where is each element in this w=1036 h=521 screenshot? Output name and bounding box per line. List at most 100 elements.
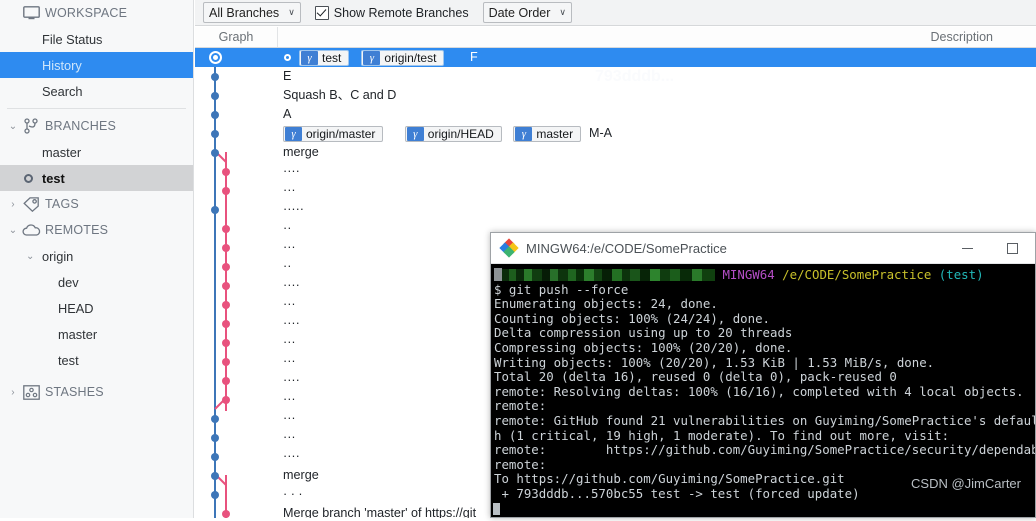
sidebar-remote-head[interactable]: HEAD <box>0 295 193 321</box>
commit-row[interactable]: γ test γ origin/test F <box>195 48 1036 67</box>
graph-node <box>222 168 230 176</box>
window-controls <box>945 233 1035 263</box>
terminal-line: remote: <box>494 456 547 472</box>
ref-chip[interactable]: γ test <box>299 50 350 66</box>
terminal-line: remote: https://github.com/Guyiming/Some… <box>494 442 1035 458</box>
redacted-username <box>502 269 715 281</box>
sidebar-item-label: HEAD <box>58 300 94 316</box>
commit-row[interactable]: E 793dddb... <box>195 67 1036 86</box>
maximize-button[interactable] <box>990 233 1035 263</box>
terminal-path: /e/CODE/SomePractice <box>774 267 932 282</box>
graph-node <box>211 149 219 157</box>
tag-icon <box>20 195 42 213</box>
commit-message: · · · <box>283 487 303 501</box>
commit-message: ···· <box>283 373 300 387</box>
sidebar-item-label: History <box>42 57 82 73</box>
graph-node <box>211 453 219 461</box>
graph-node <box>211 111 219 119</box>
commit-message: Merge branch 'master' of https://git <box>283 506 477 518</box>
ref-chip-label: master <box>536 127 574 141</box>
commit-row[interactable]: merge <box>195 143 1036 162</box>
sidebar-remote-master[interactable]: master <box>0 321 193 347</box>
graph-node <box>222 225 230 233</box>
sidebar-item-label: master <box>42 144 82 160</box>
order-label: Date Order <box>488 5 551 20</box>
ref-chip-label: origin/HEAD <box>427 127 494 141</box>
sidebar-section-tags[interactable]: › TAGS <box>0 191 193 217</box>
terminal-shell-name: MINGW64 <box>715 267 775 282</box>
branch-filter-dropdown[interactable]: All Branches ∨ <box>203 2 301 23</box>
commit-message: ··· <box>283 240 296 254</box>
commit-row[interactable]: γ origin/master γ origin/HEAD γ master M-A <box>195 124 1036 143</box>
terminal-window[interactable]: MINGW64:/e/CODE/SomePractice MINGW64 /e/… <box>490 232 1036 518</box>
branch-filter-label: All Branches <box>209 5 280 20</box>
sidebar-remote-test[interactable]: test <box>0 347 193 373</box>
ref-chip[interactable]: γ origin/test <box>361 50 445 66</box>
graph-node <box>211 415 219 423</box>
sidebar-remote-dev[interactable]: dev <box>0 269 193 295</box>
branch-icon <box>20 117 42 135</box>
sidebar: WORKSPACE File Status History Search ⌄ B… <box>0 0 194 518</box>
branch-badge-icon: γ <box>363 51 381 65</box>
ref-chip[interactable]: γ origin/HEAD <box>404 126 502 142</box>
commit-message: ··· <box>283 411 296 425</box>
terminal-title-bar[interactable]: MINGW64:/e/CODE/SomePractice <box>491 233 1035 264</box>
commit-row[interactable]: Squash B、C and D <box>195 86 1036 105</box>
branch-badge-icon: γ <box>285 127 302 141</box>
chevron-down-icon[interactable]: ⌄ <box>6 121 20 132</box>
sidebar-remote-origin[interactable]: ⌄ origin <box>0 243 193 269</box>
ref-chip[interactable]: γ master <box>513 126 582 142</box>
commit-message: ···· <box>283 278 300 292</box>
commit-row[interactable]: ···· <box>195 162 1036 181</box>
chevron-down-icon[interactable]: ⌄ <box>26 251 38 262</box>
commit-row[interactable]: A <box>195 105 1036 124</box>
terminal-line: Enumerating objects: 24, done. <box>494 296 718 312</box>
commit-row[interactable]: ····· <box>195 200 1036 219</box>
order-dropdown[interactable]: Date Order ∨ <box>482 2 573 23</box>
commit-message: ···· <box>283 449 300 463</box>
graph-node <box>222 396 230 404</box>
terminal-line: h (1 critical, 19 high, 1 moderate). To … <box>494 427 950 443</box>
cloud-icon <box>20 221 42 239</box>
chevron-down-icon[interactable]: ⌄ <box>6 225 20 236</box>
commit-message: ··· <box>283 392 296 406</box>
graph-node <box>211 73 219 81</box>
chevron-right-icon[interactable]: › <box>6 199 20 210</box>
column-header-graph[interactable]: Graph <box>195 27 278 47</box>
terminal-line: remote: GitHub found 21 vulnerabilities … <box>494 412 1035 428</box>
sidebar-section-stashes[interactable]: › STASHES <box>0 379 193 405</box>
sidebar-item-history[interactable]: History <box>0 52 193 78</box>
sidebar-section-workspace[interactable]: WORKSPACE <box>0 0 193 26</box>
graph-node <box>211 491 219 499</box>
ref-chip[interactable]: γ origin/master <box>283 126 384 142</box>
sidebar-item-file-status[interactable]: File Status <box>0 26 193 52</box>
terminal-line: Counting objects: 100% (24/24), done. <box>494 310 771 326</box>
chevron-down-icon: ∨ <box>288 7 295 17</box>
commit-message: E <box>283 69 292 83</box>
commit-row[interactable]: ··· <box>195 181 1036 200</box>
sidebar-branch-master[interactable]: master <box>0 139 193 165</box>
graph-node-head <box>209 51 222 64</box>
commit-message: M-A <box>589 126 613 140</box>
sidebar-item-search[interactable]: Search <box>0 78 193 104</box>
sidebar-section-branches[interactable]: ⌄ BRANCHES <box>0 113 193 139</box>
commit-message: ··· <box>283 297 296 311</box>
sidebar-item-label: test <box>42 170 65 186</box>
branch-badge-icon: γ <box>406 127 424 141</box>
terminal-line: $ git push --force <box>494 281 629 297</box>
terminal-line: Total 20 (delta 16), reused 0 (delta 0),… <box>494 369 897 385</box>
sidebar-section-label: STASHES <box>45 385 104 399</box>
sidebar-section-remotes[interactable]: ⌄ REMOTES <box>0 217 193 243</box>
graph-node <box>222 510 230 518</box>
sidebar-branch-test[interactable]: test <box>0 165 193 191</box>
minimize-button[interactable] <box>945 233 990 263</box>
terminal-line: Writing objects: 100% (20/20), 1.53 KiB … <box>494 354 935 370</box>
show-remote-branches-checkbox[interactable]: Show Remote Branches <box>314 5 469 20</box>
column-header-description[interactable]: Description <box>930 27 993 47</box>
chevron-right-icon[interactable]: › <box>6 387 20 398</box>
commit-message: merge <box>283 145 319 159</box>
commit-message: ···· <box>283 164 300 178</box>
show-remote-branches-label: Show Remote Branches <box>333 5 469 20</box>
graph-node <box>222 339 230 347</box>
commit-message: ·· <box>283 221 292 235</box>
